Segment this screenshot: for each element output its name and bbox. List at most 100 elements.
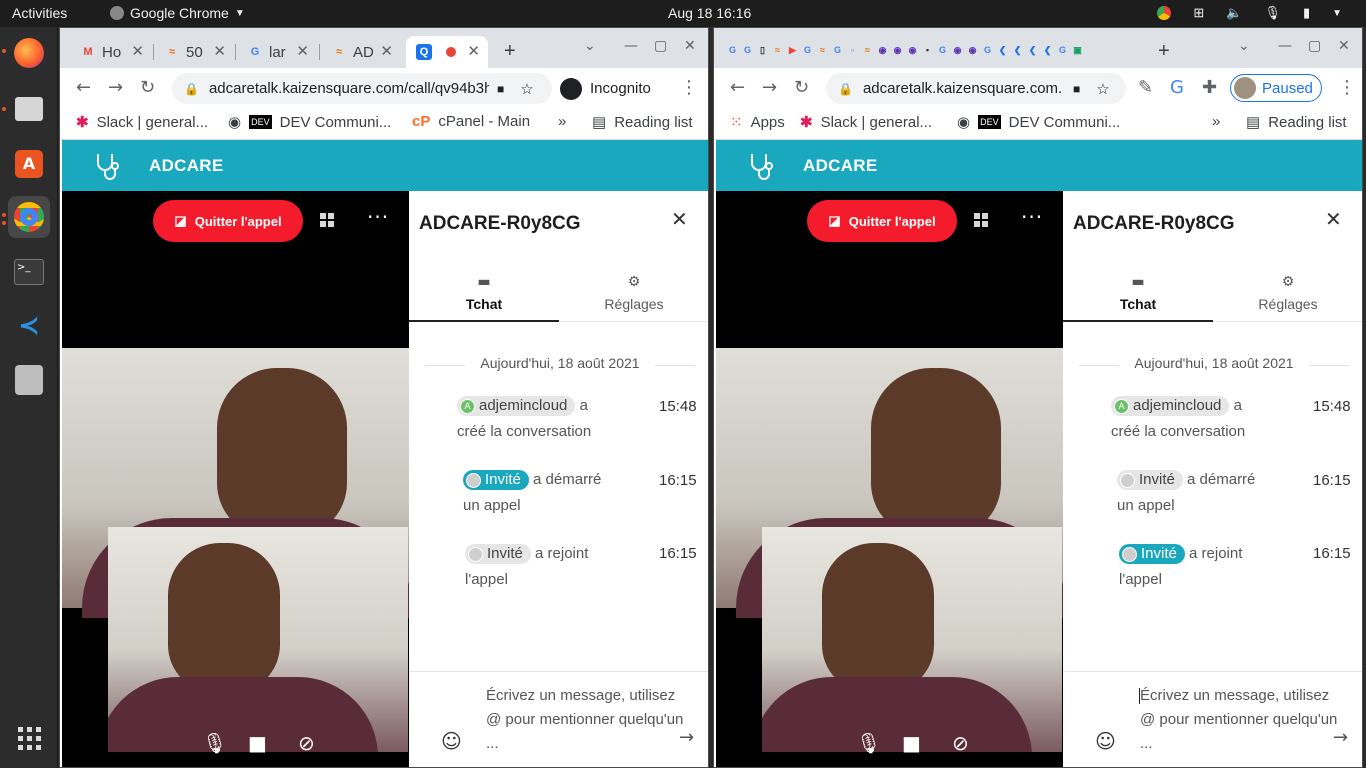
reading-list[interactable]: ▤ Reading list xyxy=(1246,113,1347,132)
tab-favicon-icon[interactable]: ▫ xyxy=(846,42,859,58)
close-tab-icon[interactable]: ✕ xyxy=(296,42,309,60)
tab-search-icon[interactable]: ⌄ xyxy=(1238,38,1250,54)
tab-chat[interactable]: ▬ Tchat xyxy=(409,271,559,322)
tab-favicon-icon[interactable]: ◉ xyxy=(966,42,979,58)
tab-favicon-icon[interactable]: ◉ xyxy=(876,42,889,58)
minimize-button[interactable]: — xyxy=(624,38,638,54)
more-options-icon[interactable]: ··· xyxy=(1021,205,1043,229)
tab-favicon-icon[interactable]: G xyxy=(1056,42,1069,58)
eyedropper-extension-icon[interactable]: ✎ xyxy=(1138,77,1153,98)
activities-button[interactable]: Activities xyxy=(12,5,67,21)
terminal-icon[interactable]: >_ xyxy=(8,251,50,293)
tab-favicon-icon[interactable]: ◉ xyxy=(906,42,919,58)
profile-paused-button[interactable]: Paused xyxy=(1230,74,1322,102)
tab-settings[interactable]: ⚙ Réglages xyxy=(559,271,708,322)
tab-ad[interactable]: ≈ AD ✕ xyxy=(321,36,401,68)
maximize-button[interactable]: ▢ xyxy=(654,38,667,54)
grid-view-icon[interactable] xyxy=(320,213,334,227)
tab-favicon-icon[interactable]: ◉ xyxy=(951,42,964,58)
screen-share-off-button[interactable]: ⊘ xyxy=(298,731,315,755)
translate-extension-icon[interactable]: G xyxy=(1170,77,1184,98)
bookmark-star-icon[interactable]: ☆ xyxy=(520,80,533,98)
quit-call-button[interactable]: ◪ Quitter l'appel xyxy=(807,200,957,242)
tab-favicon-icon[interactable]: ≈ xyxy=(816,42,829,58)
tab-favicon-icon[interactable]: ◉ xyxy=(891,42,904,58)
system-tray[interactable]: ⊞ 🔈 🎙 ▮ ▼ xyxy=(1157,5,1342,21)
tab-favicon-icon[interactable]: ≈ xyxy=(771,42,784,58)
tab-favicon-icon[interactable]: ❮ xyxy=(1041,42,1054,58)
close-tab-icon[interactable]: ✕ xyxy=(467,42,480,60)
emoji-icon[interactable]: ☺ xyxy=(1095,729,1116,753)
tab-favicon-icon[interactable]: ▣ xyxy=(1071,42,1084,58)
microphone-button[interactable]: 🎙 xyxy=(856,731,881,755)
tab-favicon-icon[interactable]: G xyxy=(981,42,994,58)
close-icon[interactable]: ✕ xyxy=(671,207,688,231)
user-pill[interactable]: Invité xyxy=(465,544,531,565)
message-input[interactable]: Écrivez un message, utilisez @ pour ment… xyxy=(1140,684,1340,756)
tab-favicon-icon[interactable]: ❮ xyxy=(1026,42,1039,58)
bookmark-star-icon[interactable]: ☆ xyxy=(1096,80,1109,98)
more-bookmarks-icon[interactable]: » xyxy=(1212,113,1220,130)
pinned-tabs[interactable]: G G ▯ ≈ ▶ G ≈ G ▫ ≈ ◉ ◉ ◉ ▪ G ◉ ◉ G ❮ ❮ … xyxy=(726,42,1084,58)
close-tab-icon[interactable]: ✕ xyxy=(213,42,226,60)
user-pill[interactable]: Invité xyxy=(1117,470,1183,491)
reload-button[interactable]: ↻ xyxy=(794,77,809,98)
tab-active[interactable]: Q ✕ xyxy=(406,36,488,68)
new-tab-button[interactable]: + xyxy=(504,40,516,63)
minimize-button[interactable]: — xyxy=(1278,38,1292,54)
vscode-icon[interactable]: ≺ xyxy=(8,305,50,347)
files-icon[interactable] xyxy=(8,88,50,130)
tab-gmail[interactable]: M Ho ✕ xyxy=(70,36,152,68)
bookmark-dev[interactable]: ◉ DEV DEV Communi... xyxy=(228,113,391,132)
camera-icon[interactable]: ■ xyxy=(497,82,504,96)
chrome-icon[interactable] xyxy=(8,196,50,238)
more-bookmarks-icon[interactable]: » xyxy=(558,113,566,130)
send-icon[interactable]: → xyxy=(1333,727,1348,748)
address-bar[interactable]: 🔒 adcaretalk.kaizensquare.com/call/qv94b… xyxy=(172,73,552,104)
user-pill[interactable]: Aadjemincloud xyxy=(457,396,576,417)
tab-search-icon[interactable]: ⌄ xyxy=(584,38,596,54)
close-tab-icon[interactable]: ✕ xyxy=(380,42,393,60)
tab-google[interactable]: G lar ✕ xyxy=(237,36,317,68)
maximize-button[interactable]: ▢ xyxy=(1308,38,1321,54)
bookmark-slack[interactable]: ✱ Slack | general... xyxy=(800,113,932,132)
forward-button[interactable]: → xyxy=(762,77,777,98)
message-input[interactable]: Écrivez un message, utilisez @ pour ment… xyxy=(486,684,686,756)
firefox-icon[interactable] xyxy=(8,32,50,74)
tab-favicon-icon[interactable]: ≈ xyxy=(861,42,874,58)
bookmark-slack[interactable]: ✱ Slack | general... xyxy=(76,113,208,132)
tab-favicon-icon[interactable]: G xyxy=(726,42,739,58)
reload-button[interactable]: ↻ xyxy=(140,77,155,98)
user-pill[interactable]: Invité xyxy=(1119,544,1185,565)
close-tab-icon[interactable]: ✕ xyxy=(131,42,144,60)
camera-button[interactable]: ■ xyxy=(902,731,921,755)
back-button[interactable]: ← xyxy=(730,77,745,98)
tab-favicon-icon[interactable]: ▪ xyxy=(921,42,934,58)
software-icon[interactable]: A xyxy=(8,143,50,185)
bookmark-apps[interactable]: ⁙ Apps xyxy=(730,113,785,132)
new-tab-button[interactable]: + xyxy=(1158,40,1170,63)
tab-favicon-icon[interactable]: ❮ xyxy=(1011,42,1024,58)
screen-share-off-button[interactable]: ⊘ xyxy=(952,731,969,755)
tab-chat[interactable]: ▬ Tchat xyxy=(1063,271,1213,322)
tab-favicon-icon[interactable]: ▶ xyxy=(786,42,799,58)
tab-favicon-icon[interactable]: G xyxy=(741,42,754,58)
extensions-puzzle-icon[interactable]: ✚ xyxy=(1202,77,1217,98)
tab-favicon-icon[interactable]: G xyxy=(831,42,844,58)
more-options-icon[interactable]: ··· xyxy=(367,205,389,229)
apps-grid-icon[interactable] xyxy=(8,717,50,759)
camera-button[interactable]: ■ xyxy=(248,731,267,755)
grid-view-icon[interactable] xyxy=(974,213,988,227)
menu-kebab-icon[interactable]: ⋮ xyxy=(1338,77,1356,98)
quit-call-button[interactable]: ◪ Quitter l'appel xyxy=(153,200,303,242)
camera-icon[interactable]: ■ xyxy=(1073,82,1080,96)
microphone-button[interactable]: 🎙 xyxy=(202,731,227,755)
tab-favicon-icon[interactable]: ❮ xyxy=(996,42,1009,58)
forward-button[interactable]: → xyxy=(108,77,123,98)
tab-50[interactable]: ≈ 50 ✕ xyxy=(154,36,234,68)
back-button[interactable]: ← xyxy=(76,77,91,98)
clock[interactable]: Aug 18 16:16 xyxy=(668,5,751,21)
tab-settings[interactable]: ⚙ Réglages xyxy=(1213,271,1362,322)
close-window-button[interactable]: ✕ xyxy=(684,38,696,54)
close-window-button[interactable]: ✕ xyxy=(1338,38,1350,54)
